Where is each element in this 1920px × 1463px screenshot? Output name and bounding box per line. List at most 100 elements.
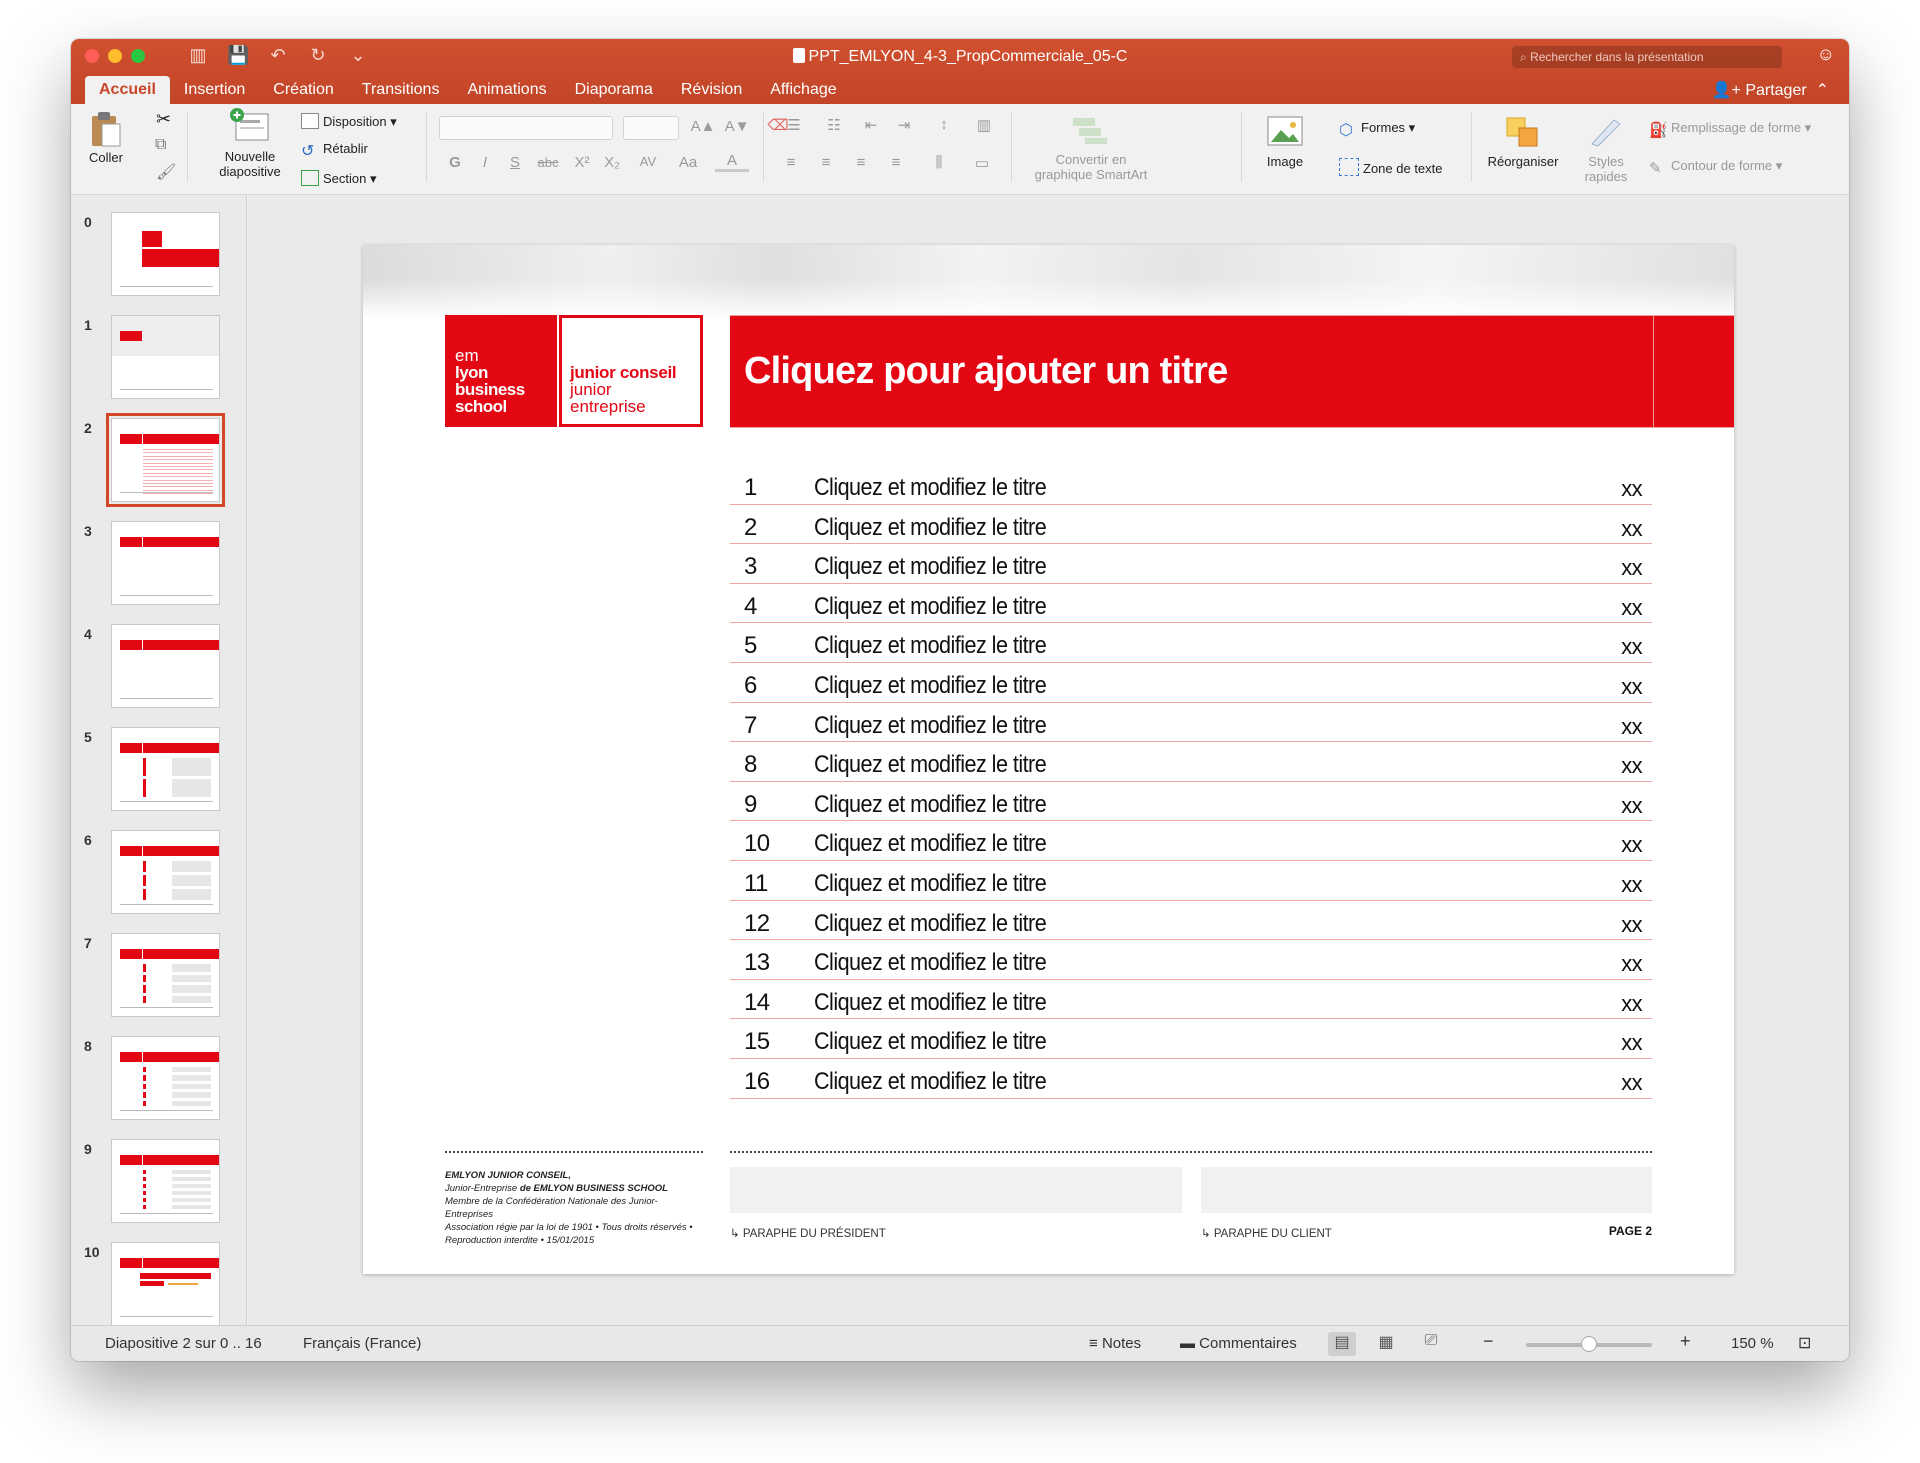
line-spacing-icon[interactable]: ↕ — [926, 116, 962, 133]
slide-thumbnail-row[interactable]: 6 — [71, 828, 247, 918]
search-input[interactable]: ⌕ Rechercher dans la présentation — [1512, 46, 1782, 68]
grow-font-button[interactable]: A▲ — [687, 118, 719, 135]
columns-icon[interactable]: ▥ — [966, 116, 1002, 134]
superscript-button[interactable]: X² — [569, 154, 595, 171]
tab-animations[interactable]: Animations — [453, 76, 560, 104]
slide-thumbnail[interactable] — [111, 1036, 220, 1120]
toc-title[interactable]: Cliquez et modifiez le titre — [814, 830, 1047, 858]
strikethrough-button[interactable]: abc — [533, 155, 563, 170]
copy-icon[interactable]: ⧉ — [155, 136, 166, 154]
bold-button[interactable]: G — [443, 154, 467, 171]
increase-indent-icon[interactable]: ⇥ — [889, 116, 919, 134]
reset-button[interactable]: ↺ Rétablir — [301, 141, 368, 160]
insert-image-button[interactable]: Image — [1255, 116, 1315, 169]
slide-thumbnail-row[interactable]: 0 — [71, 210, 247, 300]
toc-title[interactable]: Cliquez et modifiez le titre — [814, 514, 1047, 542]
tab-affichage[interactable]: Affichage — [756, 76, 850, 104]
slide-thumbnail[interactable] — [111, 727, 220, 811]
current-slide[interactable]: em lyon business school junior conseil j… — [363, 245, 1734, 1274]
bullets-icon[interactable]: ☰ — [776, 116, 812, 134]
justify-icon[interactable]: ≡ — [881, 154, 911, 171]
tab-revision[interactable]: Révision — [667, 76, 756, 104]
toc-title[interactable]: Cliquez et modifiez le titre — [814, 474, 1047, 502]
underline-button[interactable]: S — [503, 154, 527, 171]
new-slide-button[interactable]: Nouvelle diapositive — [211, 108, 289, 179]
toc-row[interactable]: 7 Cliquez et modifiez le titre xx — [730, 703, 1652, 743]
zoom-slider-handle[interactable] — [1581, 1336, 1597, 1352]
client-signature-box[interactable] — [1201, 1167, 1652, 1213]
layout-button[interactable]: Disposition ▾ — [301, 113, 397, 130]
toc-title[interactable]: Cliquez et modifiez le titre — [814, 751, 1047, 779]
slide-thumbnail-row[interactable]: 3 — [71, 519, 247, 609]
toc-title[interactable]: Cliquez et modifiez le titre — [814, 949, 1047, 977]
toc-title[interactable]: Cliquez et modifiez le titre — [814, 632, 1047, 660]
toc-row[interactable]: 2 Cliquez et modifiez le titre xx — [730, 505, 1652, 545]
presenter-view-button[interactable]: ⎚ — [1417, 1332, 1445, 1356]
language-indicator[interactable]: Français (France) — [303, 1335, 421, 1352]
fit-to-window-icon[interactable]: ⊡ — [1798, 1333, 1811, 1353]
toc-row[interactable]: 8 Cliquez et modifiez le titre xx — [730, 742, 1652, 782]
character-spacing-button[interactable]: AV — [631, 154, 665, 169]
slide-thumbnail-row[interactable]: 8 — [71, 1034, 247, 1124]
president-signature-box[interactable] — [730, 1167, 1182, 1213]
slide-thumbnail-row[interactable]: 10 — [71, 1240, 247, 1330]
shape-fill-button[interactable]: ⛽ Remplissage de forme ▾ — [1649, 120, 1811, 139]
toc-title[interactable]: Cliquez et modifiez le titre — [814, 870, 1047, 898]
shape-outline-button[interactable]: ✎ Contour de forme ▾ — [1649, 158, 1782, 177]
share-button[interactable]: 👤+ Partager ⌃ — [1712, 80, 1829, 100]
toc-title[interactable]: Cliquez et modifiez le titre — [814, 553, 1047, 581]
shapes-button[interactable]: ⬡ Formes ▾ — [1339, 120, 1415, 139]
slide-thumbnail[interactable] — [106, 413, 225, 507]
align-left-icon[interactable]: ≡ — [776, 154, 806, 171]
zoom-in-button[interactable]: + — [1680, 1331, 1691, 1352]
convert-smartart-button[interactable]: Convertir en graphique SmartArt — [1016, 114, 1166, 182]
tab-transitions[interactable]: Transitions — [348, 76, 454, 104]
toc-row[interactable]: 12 Cliquez et modifiez le titre xx — [730, 901, 1652, 941]
normal-view-button[interactable]: ▤ — [1328, 1332, 1356, 1356]
zoom-out-button[interactable]: − — [1483, 1331, 1494, 1352]
toc-row[interactable]: 11 Cliquez et modifiez le titre xx — [730, 861, 1652, 901]
slide-thumbnail-row[interactable]: 2 — [71, 413, 247, 507]
slide-thumbnail[interactable] — [111, 521, 220, 605]
slide-thumbnail-row[interactable]: 1 — [71, 313, 247, 403]
slide-thumbnail[interactable] — [111, 933, 220, 1017]
toc-title[interactable]: Cliquez et modifiez le titre — [814, 672, 1047, 700]
slide-sorter-button[interactable]: ▦ — [1372, 1332, 1400, 1356]
slide-thumbnail[interactable] — [111, 315, 220, 399]
toc-row[interactable]: 6 Cliquez et modifiez le titre xx — [730, 663, 1652, 703]
slide-thumbnail[interactable] — [111, 1242, 220, 1326]
collapse-ribbon-icon[interactable]: ⌃ — [1811, 82, 1829, 99]
toc-row[interactable]: 1 Cliquez et modifiez le titre xx — [730, 465, 1652, 505]
slide-title-placeholder[interactable]: Cliquez pour ajouter un titre — [730, 315, 1734, 428]
toc-title[interactable]: Cliquez et modifiez le titre — [814, 989, 1047, 1017]
slide-title[interactable]: Cliquez pour ajouter un titre — [744, 350, 1228, 393]
tab-accueil[interactable]: Accueil — [85, 76, 170, 104]
toc-title[interactable]: Cliquez et modifiez le titre — [814, 1068, 1047, 1096]
quick-styles-button[interactable]: Styles rapides — [1571, 116, 1641, 184]
tab-insertion[interactable]: Insertion — [170, 76, 259, 104]
toc-row[interactable]: 13 Cliquez et modifiez le titre xx — [730, 940, 1652, 980]
decrease-indent-icon[interactable]: ⇤ — [856, 116, 886, 134]
zoom-level[interactable]: 150 % — [1731, 1335, 1774, 1352]
paste-button[interactable]: Coller — [83, 110, 129, 165]
toc-row[interactable]: 3 Cliquez et modifiez le titre xx — [730, 544, 1652, 584]
shrink-font-button[interactable]: A▼ — [721, 118, 753, 135]
subscript-button[interactable]: X₂ — [599, 154, 625, 171]
comments-button[interactable]: ▬ Commentaires — [1180, 1335, 1297, 1352]
toc-row[interactable]: 15 Cliquez et modifiez le titre xx — [730, 1019, 1652, 1059]
toc-row[interactable]: 16 Cliquez et modifiez le titre xx — [730, 1059, 1652, 1099]
feedback-smiley-icon[interactable]: ☺ — [1817, 44, 1835, 65]
toc-title[interactable]: Cliquez et modifiez le titre — [814, 910, 1047, 938]
font-size-input[interactable] — [623, 116, 679, 140]
slide-thumbnail[interactable] — [111, 1139, 220, 1223]
tab-creation[interactable]: Création — [259, 76, 347, 104]
toc-row[interactable]: 10 Cliquez et modifiez le titre xx — [730, 821, 1652, 861]
slide-thumbnail-row[interactable]: 7 — [71, 931, 247, 1021]
textbox-button[interactable]: Zone de texte — [1339, 158, 1443, 176]
toc-title[interactable]: Cliquez et modifiez le titre — [814, 712, 1047, 740]
toc-row[interactable]: 9 Cliquez et modifiez le titre xx — [730, 782, 1652, 822]
toc-title[interactable]: Cliquez et modifiez le titre — [814, 1028, 1047, 1056]
toc-title[interactable]: Cliquez et modifiez le titre — [814, 593, 1047, 621]
toc-row[interactable]: 14 Cliquez et modifiez le titre xx — [730, 980, 1652, 1020]
arrange-button[interactable]: Réorganiser — [1483, 116, 1563, 169]
